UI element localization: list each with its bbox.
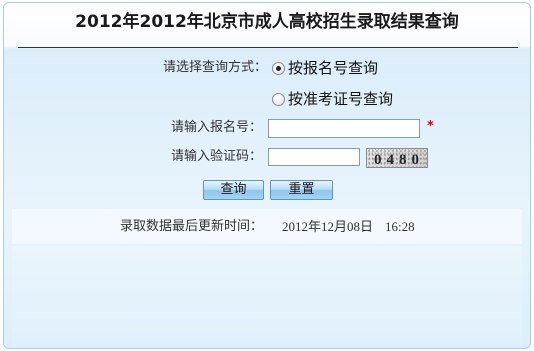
update-time-label: 录取数据最后更新时间： xyxy=(120,219,264,234)
captcha-input[interactable] xyxy=(268,148,360,166)
captcha-image[interactable]: 0480 xyxy=(366,148,428,168)
captcha-label: 请输入验证码： xyxy=(170,149,262,164)
update-time: 16:28 xyxy=(385,219,415,234)
query-button[interactable]: 查询 xyxy=(203,180,264,200)
query-panel: 2012年2012年北京市成人高校招生录取结果查询 请选择查询方式： 按报名号查… xyxy=(3,2,531,349)
radio-indicator[interactable] xyxy=(272,93,285,106)
captcha-code: 0480 xyxy=(374,152,424,168)
radio-by-admission-ticket[interactable]: 按准考证号查询 xyxy=(272,89,412,109)
radio-indicator[interactable] xyxy=(272,62,285,75)
reset-button[interactable]: 重置 xyxy=(270,180,333,200)
query-method-label: 请选择查询方式： xyxy=(162,60,267,75)
radio-label: 按报名号查询 xyxy=(288,59,379,77)
lower-panel xyxy=(12,246,522,347)
title-divider xyxy=(18,47,518,48)
required-marker: * xyxy=(427,119,434,134)
update-info-band xyxy=(12,209,522,244)
registration-number-label: 请输入报名号： xyxy=(170,120,262,135)
page-title: 2012年2012年北京市成人高校招生录取结果查询 xyxy=(75,12,459,32)
radio-by-registration-number[interactable]: 按报名号查询 xyxy=(272,58,412,78)
radio-label: 按准考证号查询 xyxy=(288,90,394,108)
update-date: 2012年12月08日 xyxy=(282,219,374,234)
registration-number-input[interactable] xyxy=(268,119,420,138)
